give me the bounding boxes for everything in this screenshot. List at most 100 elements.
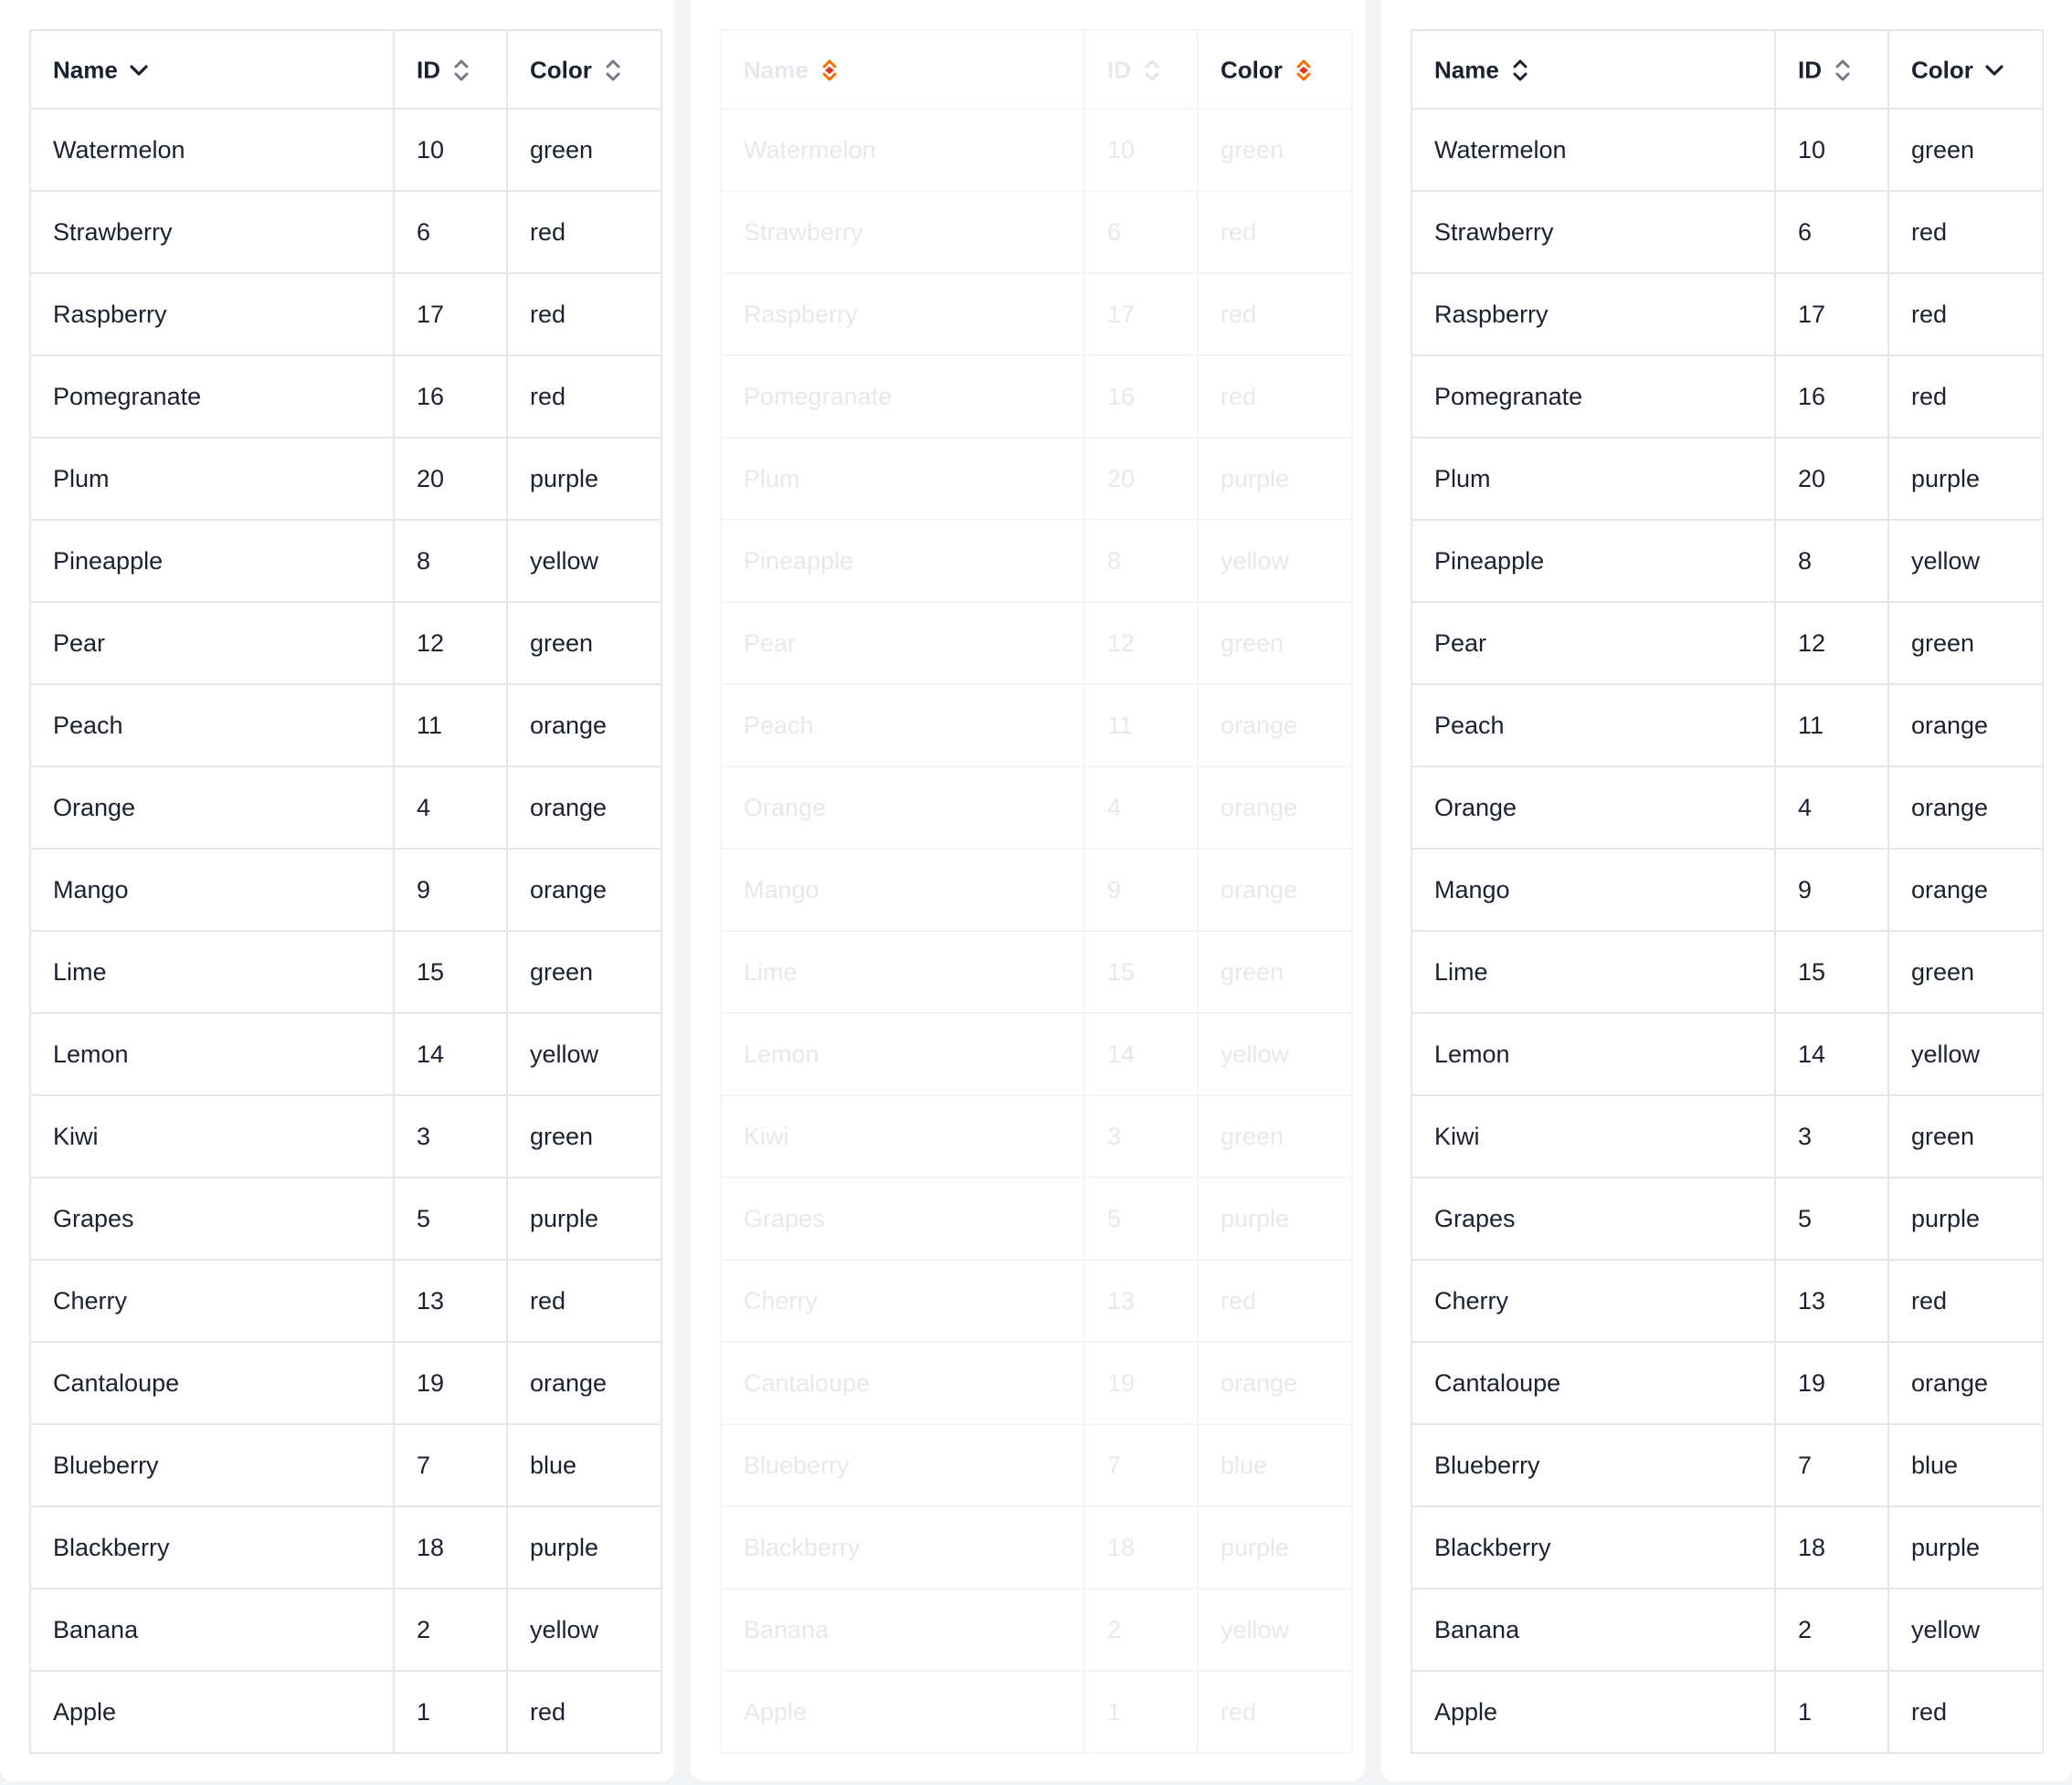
table-row[interactable]: Mango 9 orange: [1411, 848, 2044, 932]
table-row[interactable]: Cherry 13 red: [29, 1259, 662, 1343]
table-row[interactable]: Cantaloupe 19 orange: [29, 1341, 662, 1425]
cell-name: Pineapple: [720, 519, 1085, 603]
id-column-header[interactable]: ID: [1084, 29, 1199, 110]
cell-name: Cantaloupe: [720, 1341, 1085, 1425]
id-column-header[interactable]: ID: [393, 29, 508, 110]
table-row[interactable]: Watermelon 10 green: [1411, 108, 2044, 192]
table-row[interactable]: Blueberry 7 blue: [1411, 1423, 2044, 1507]
table-row[interactable]: Grapes 5 purple: [720, 1177, 1353, 1261]
cell-id: 3: [393, 1094, 508, 1178]
cell-id: 7: [1084, 1423, 1199, 1507]
name-column-header[interactable]: Name: [1411, 29, 1776, 110]
cell-name: Kiwi: [1411, 1094, 1776, 1178]
cell-name: Blueberry: [29, 1423, 395, 1507]
table-row[interactable]: Banana 2 yellow: [29, 1588, 662, 1672]
table-row[interactable]: Blueberry 7 blue: [29, 1423, 662, 1507]
table-row[interactable]: Kiwi 3 green: [1411, 1094, 2044, 1178]
sort-loading-icon[interactable]: [1294, 58, 1314, 82]
table-row[interactable]: Plum 20 purple: [720, 437, 1353, 521]
table-body: Watermelon 10 green Strawberry 6 red Raspberry…: [1411, 108, 2044, 1754]
table-row[interactable]: Lemon 14 yellow: [1411, 1012, 2044, 1096]
table-row[interactable]: Raspberry 17 red: [720, 272, 1353, 356]
table-row[interactable]: Lime 15 green: [29, 930, 662, 1014]
cell-id: 4: [1084, 766, 1199, 850]
table-row[interactable]: Pineapple 8 yellow: [1411, 519, 2044, 603]
cell-name: Plum: [29, 437, 395, 521]
chevron-down-icon[interactable]: [1984, 58, 2004, 82]
table-row[interactable]: Apple 1 red: [29, 1670, 662, 1754]
table-row[interactable]: Mango 9 orange: [720, 848, 1353, 932]
sort-updown-icon[interactable]: [451, 58, 471, 82]
table-row[interactable]: Cherry 13 red: [1411, 1259, 2044, 1343]
table-row[interactable]: Orange 4 orange: [29, 766, 662, 850]
table-row[interactable]: Pear 12 green: [1411, 601, 2044, 685]
table-row[interactable]: Orange 4 orange: [720, 766, 1353, 850]
cell-id: 16: [1084, 354, 1199, 438]
cell-id: 8: [1084, 519, 1199, 603]
sort-updown-icon[interactable]: [603, 58, 623, 82]
table-row[interactable]: Lime 15 green: [720, 930, 1353, 1014]
table-row[interactable]: Pineapple 8 yellow: [29, 519, 662, 603]
table-row[interactable]: Pomegranate 16 red: [720, 354, 1353, 438]
table-row[interactable]: Pear 12 green: [29, 601, 662, 685]
cell-color: red: [1197, 1670, 1353, 1754]
cell-name: Pear: [720, 601, 1085, 685]
table-row[interactable]: Raspberry 17 red: [29, 272, 662, 356]
cell-name: Cherry: [1411, 1259, 1776, 1343]
table-row[interactable]: Lemon 14 yellow: [29, 1012, 662, 1096]
sort-updown-icon[interactable]: [1510, 58, 1530, 82]
table-row[interactable]: Orange 4 orange: [1411, 766, 2044, 850]
table-row[interactable]: Blackberry 18 purple: [720, 1505, 1353, 1590]
table-row[interactable]: Raspberry 17 red: [1411, 272, 2044, 356]
table-row[interactable]: Banana 2 yellow: [1411, 1588, 2044, 1672]
table-row[interactable]: Strawberry 6 red: [29, 190, 662, 274]
table-row[interactable]: Peach 11 orange: [29, 683, 662, 767]
cell-name: Lemon: [29, 1012, 395, 1096]
table-row[interactable]: Peach 11 orange: [1411, 683, 2044, 767]
table-row[interactable]: Apple 1 red: [1411, 1670, 2044, 1754]
id-column-header[interactable]: ID: [1774, 29, 1889, 110]
table-row[interactable]: Watermelon 10 green: [29, 108, 662, 192]
table-row[interactable]: Kiwi 3 green: [29, 1094, 662, 1178]
color-column-header[interactable]: Color: [1197, 29, 1353, 110]
table-row[interactable]: Blueberry 7 blue: [720, 1423, 1353, 1507]
color-column-header[interactable]: Color: [506, 29, 662, 110]
sort-loading-icon[interactable]: [819, 58, 840, 82]
name-column-header[interactable]: Name: [29, 29, 395, 110]
table-row[interactable]: Grapes 5 purple: [29, 1177, 662, 1261]
table-row[interactable]: Blackberry 18 purple: [29, 1505, 662, 1590]
color-column-header[interactable]: Color: [1887, 29, 2044, 110]
cell-color: red: [1887, 190, 2044, 274]
table-row[interactable]: Grapes 5 purple: [1411, 1177, 2044, 1261]
table-row[interactable]: Peach 11 orange: [720, 683, 1353, 767]
table-row[interactable]: Lime 15 green: [1411, 930, 2044, 1014]
table-row[interactable]: Strawberry 6 red: [1411, 190, 2044, 274]
cell-id: 10: [1084, 108, 1199, 192]
table-row[interactable]: Lemon 14 yellow: [720, 1012, 1353, 1096]
cell-name: Grapes: [720, 1177, 1085, 1261]
table-row[interactable]: Watermelon 10 green: [720, 108, 1353, 192]
chevron-down-icon[interactable]: [129, 58, 149, 82]
table-row[interactable]: Pomegranate 16 red: [29, 354, 662, 438]
table-row[interactable]: Plum 20 purple: [29, 437, 662, 521]
sort-updown-icon[interactable]: [1833, 58, 1853, 82]
table-row[interactable]: Strawberry 6 red: [720, 190, 1353, 274]
table-row[interactable]: Mango 9 orange: [29, 848, 662, 932]
cell-color: red: [1197, 190, 1353, 274]
cell-id: 9: [1774, 848, 1889, 932]
table-row[interactable]: Cherry 13 red: [720, 1259, 1353, 1343]
name-column-header[interactable]: Name: [720, 29, 1085, 110]
cell-id: 12: [393, 601, 508, 685]
table-row[interactable]: Cantaloupe 19 orange: [1411, 1341, 2044, 1425]
table-row[interactable]: Pomegranate 16 red: [1411, 354, 2044, 438]
table-row[interactable]: Banana 2 yellow: [720, 1588, 1353, 1672]
table-row[interactable]: Cantaloupe 19 orange: [720, 1341, 1353, 1425]
cell-id: 2: [393, 1588, 508, 1672]
table-row[interactable]: Blackberry 18 purple: [1411, 1505, 2044, 1590]
sort-updown-icon[interactable]: [1142, 58, 1162, 82]
table-row[interactable]: Plum 20 purple: [1411, 437, 2044, 521]
table-row[interactable]: Apple 1 red: [720, 1670, 1353, 1754]
table-row[interactable]: Pineapple 8 yellow: [720, 519, 1353, 603]
table-row[interactable]: Kiwi 3 green: [720, 1094, 1353, 1178]
table-row[interactable]: Pear 12 green: [720, 601, 1353, 685]
